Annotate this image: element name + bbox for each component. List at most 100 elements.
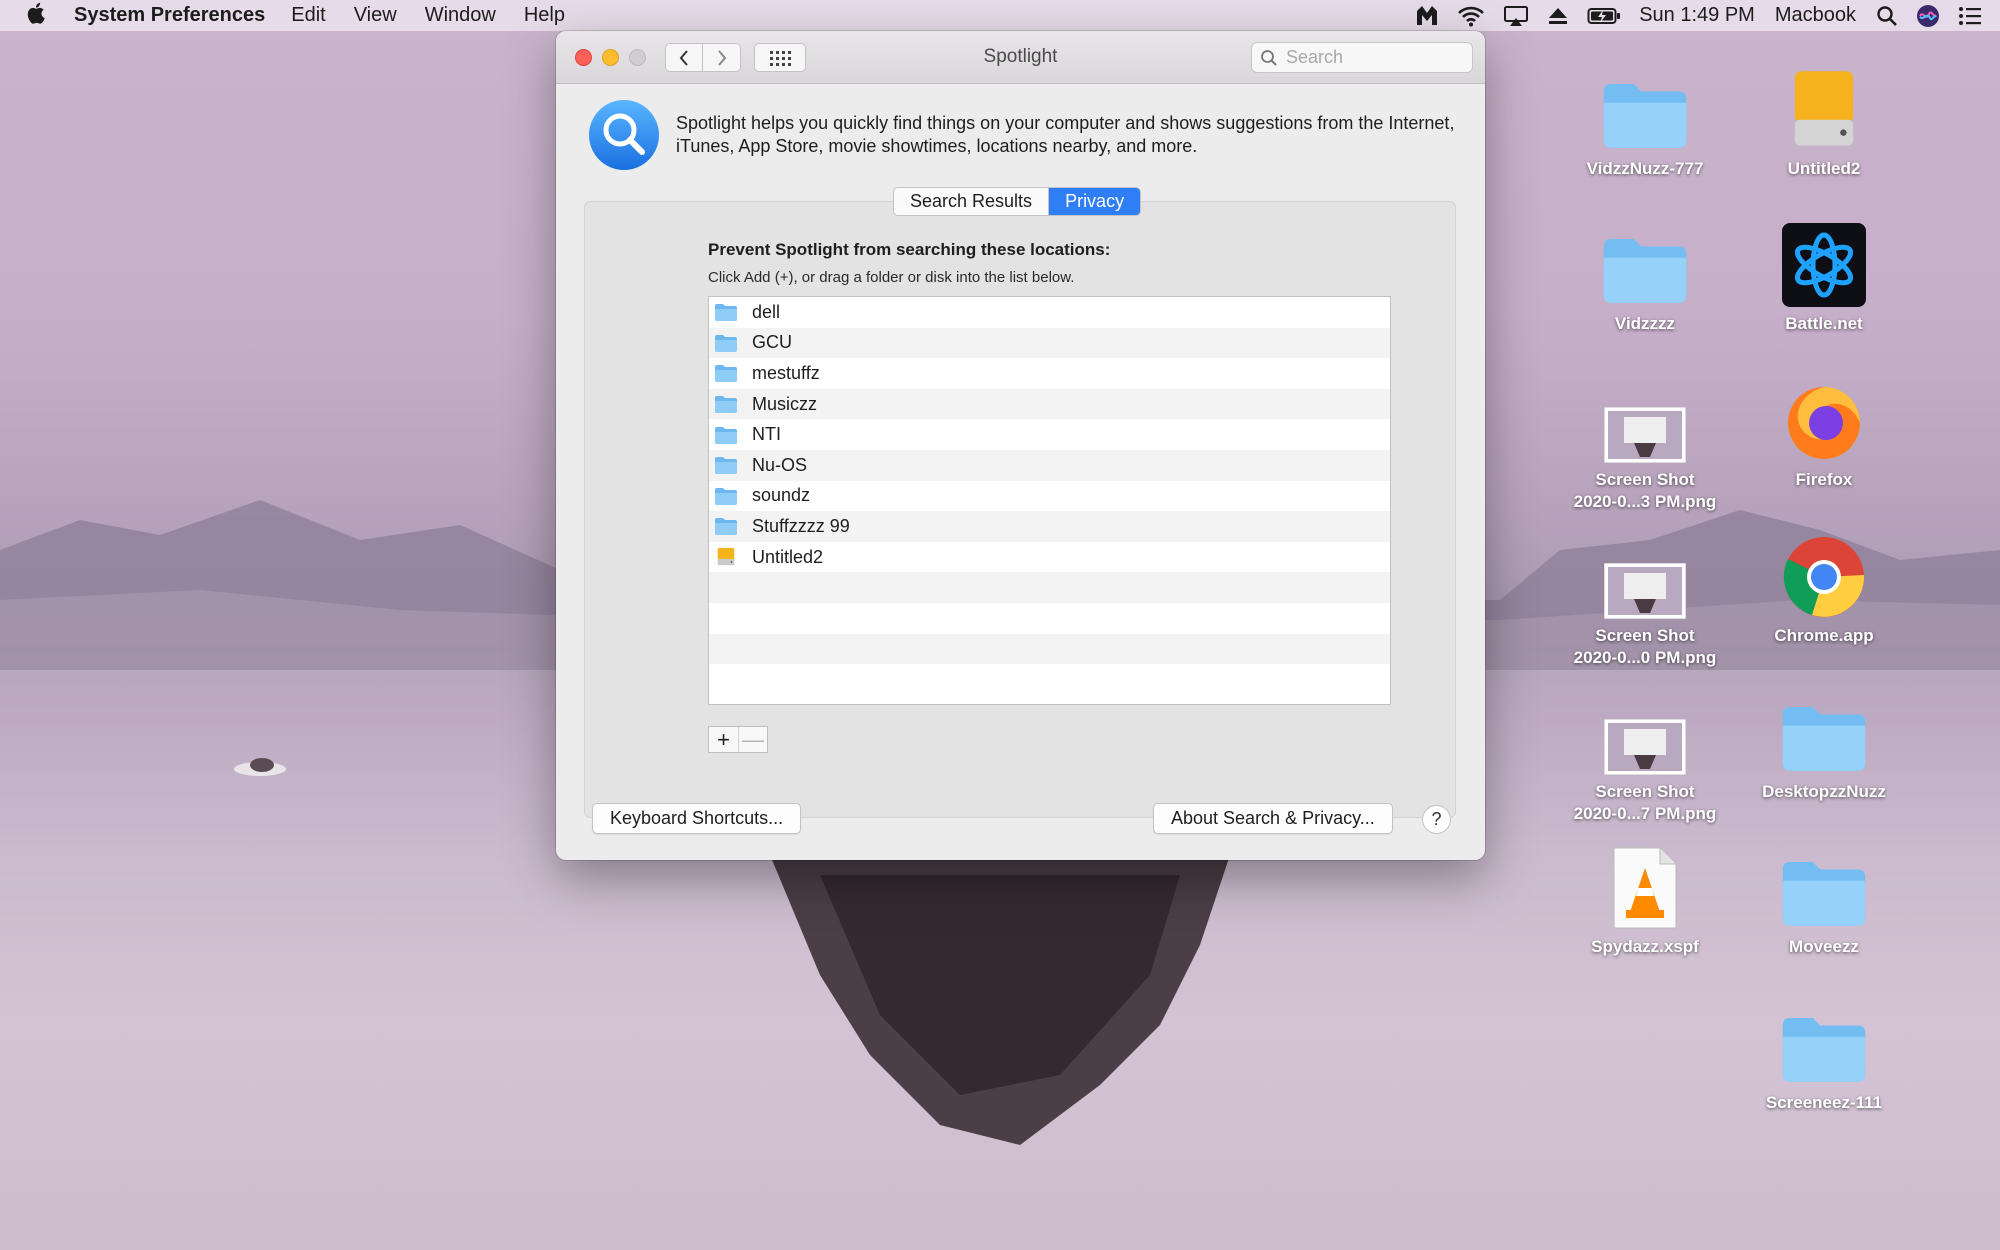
remove-location-button[interactable]: —	[738, 727, 767, 752]
desktop-item-label: Screeneez-111	[1765, 1093, 1883, 1112]
search-placeholder: Search	[1286, 47, 1344, 67]
spotlight-search-icon[interactable]	[1876, 5, 1898, 27]
menu-bar-status-area: Sun 1:49 PM Macbook	[1415, 0, 2000, 31]
malwarebytes-icon[interactable]	[1415, 5, 1439, 27]
folder-icon	[714, 302, 738, 322]
desktop-item[interactable]: Spydazz.xspf	[1560, 830, 1730, 958]
folder-icon	[714, 455, 738, 475]
folder-icon	[714, 516, 738, 536]
list-item	[709, 633, 1390, 665]
help-button[interactable]: ?	[1422, 805, 1451, 834]
spotlight-magnifier-icon	[589, 100, 659, 170]
battlenet-icon	[1774, 207, 1874, 307]
list-item[interactable]: Untitled2	[709, 542, 1390, 573]
list-item[interactable]: NTI	[709, 419, 1390, 450]
list-item-label: dell	[752, 301, 781, 322]
list-item[interactable]: Musiczz	[709, 388, 1390, 420]
keyboard-shortcuts-button[interactable]: Keyboard Shortcuts...	[592, 803, 802, 834]
chrome-icon	[1774, 519, 1874, 619]
menu-view[interactable]: View	[354, 4, 397, 27]
tab-privacy[interactable]: Privacy	[1048, 188, 1141, 215]
desktop-item-label: Spydazz.xspf	[1591, 937, 1699, 956]
list-item	[709, 664, 1390, 695]
add-location-button[interactable]: +	[709, 727, 738, 752]
desktop-item[interactable]: Screen Shot 2020-0...3 PM.png	[1560, 363, 1730, 513]
desktop-item-label: Untitled2	[1787, 159, 1861, 178]
desktop-item-label: Screen Shot 2020-0...3 PM.png	[1573, 470, 1717, 511]
privacy-panel: Prevent Spotlight from searching these l…	[584, 201, 1456, 818]
desktop-item-label: Screen Shot 2020-0...0 PM.png	[1573, 626, 1717, 667]
list-item-label: Untitled2	[752, 546, 824, 567]
menu-edit[interactable]: Edit	[291, 4, 325, 27]
list-item-label: NTI	[752, 424, 781, 445]
folder-icon	[1774, 986, 1874, 1086]
folder-icon	[714, 425, 738, 445]
firefox-icon	[1774, 363, 1874, 463]
battery-icon[interactable]	[1587, 6, 1621, 26]
list-item[interactable]: dell	[709, 297, 1390, 328]
desktop-item-label: VidzzNuzz-777	[1586, 159, 1704, 178]
desktop-item[interactable]: Screen Shot 2020-0...0 PM.png	[1560, 519, 1730, 669]
disk-icon	[1774, 52, 1874, 152]
desktop-item[interactable]: Screeneez-111	[1739, 986, 1909, 1114]
spotlight-description: Spotlight helps you quickly find things …	[676, 113, 1455, 156]
desktop-item[interactable]: Battle.net	[1739, 207, 1909, 335]
apple-menu-icon[interactable]	[26, 1, 56, 31]
tab-bar: Search Results Privacy	[893, 187, 1142, 216]
desktop-item[interactable]: Untitled2	[1739, 52, 1909, 180]
menu-user-name[interactable]: Macbook	[1775, 4, 1856, 27]
desktop-item-label: Screen Shot 2020-0...7 PM.png	[1573, 782, 1717, 823]
wallpaper-rock-reflection	[770, 855, 1230, 1145]
list-item-label: mestuffz	[752, 362, 820, 383]
list-item[interactable]: Stuffzzzz 99	[709, 511, 1390, 542]
wifi-icon[interactable]	[1457, 5, 1485, 27]
folder-icon	[1595, 207, 1695, 307]
desktop-item-label: DesktopzzNuzz	[1762, 782, 1886, 801]
eject-icon[interactable]	[1547, 6, 1569, 26]
folder-icon	[1595, 52, 1695, 152]
disk-icon	[714, 547, 738, 567]
airplay-icon[interactable]	[1503, 5, 1529, 27]
list-item[interactable]: Nu-OS	[709, 449, 1390, 481]
folder-icon	[714, 486, 738, 506]
vlc-file-icon	[1595, 830, 1695, 930]
tab-search-results[interactable]: Search Results	[894, 188, 1049, 215]
desktop-item[interactable]: Vidzzzz	[1560, 207, 1730, 335]
desktop-item-label: Chrome.app	[1774, 626, 1874, 645]
desktop-item[interactable]: DesktopzzNuzz	[1739, 675, 1909, 803]
window-titlebar[interactable]: Spotlight Search	[556, 31, 1485, 84]
list-item-label: soundz	[752, 485, 811, 506]
search-icon	[1261, 49, 1277, 66]
desktop-item[interactable]: VidzzNuzz-777	[1560, 52, 1730, 180]
siri-icon[interactable]	[1916, 4, 1940, 28]
folder-icon	[714, 363, 738, 383]
desktop-item-label: Moveezz	[1789, 937, 1859, 956]
excluded-locations-list[interactable]: dell GCU mestuffz Musiczz NTI Nu-OS soundz Stuf…	[708, 296, 1391, 705]
desktop-item[interactable]: Chrome.app	[1739, 519, 1909, 647]
menu-help[interactable]: Help	[524, 4, 565, 27]
preferences-search-input[interactable]: Search	[1251, 42, 1473, 73]
privacy-heading: Prevent Spotlight from searching these l…	[708, 240, 1111, 259]
list-item	[709, 603, 1390, 634]
desktop-item[interactable]: Screen Shot 2020-0...7 PM.png	[1560, 675, 1730, 825]
menu-window[interactable]: Window	[425, 4, 496, 27]
menu-app-name[interactable]: System Preferences	[74, 4, 265, 27]
list-item[interactable]: mestuffz	[709, 358, 1390, 389]
folder-icon	[1774, 675, 1874, 775]
screenshot-icon	[1595, 519, 1695, 619]
add-remove-controls: + —	[708, 726, 768, 753]
about-search-privacy-button[interactable]: About Search & Privacy...	[1153, 803, 1393, 834]
desktop-item[interactable]: Moveezz	[1739, 830, 1909, 958]
list-item-label: GCU	[752, 332, 792, 353]
list-item[interactable]: GCU	[709, 327, 1390, 359]
list-item[interactable]: soundz	[709, 481, 1390, 512]
screenshot-icon	[1595, 363, 1695, 463]
screenshot-icon	[1595, 675, 1695, 775]
privacy-instructions: Click Add (+), or drag a folder or disk …	[708, 269, 1075, 286]
menu-clock[interactable]: Sun 1:49 PM	[1639, 4, 1755, 27]
desktop-item-label: Vidzzzz	[1614, 314, 1676, 333]
folder-icon	[714, 333, 738, 353]
notification-center-icon[interactable]	[1958, 6, 1982, 26]
desktop-item[interactable]: Firefox	[1739, 363, 1909, 491]
menu-bar: System Preferences Edit View Window Help…	[0, 0, 2000, 31]
